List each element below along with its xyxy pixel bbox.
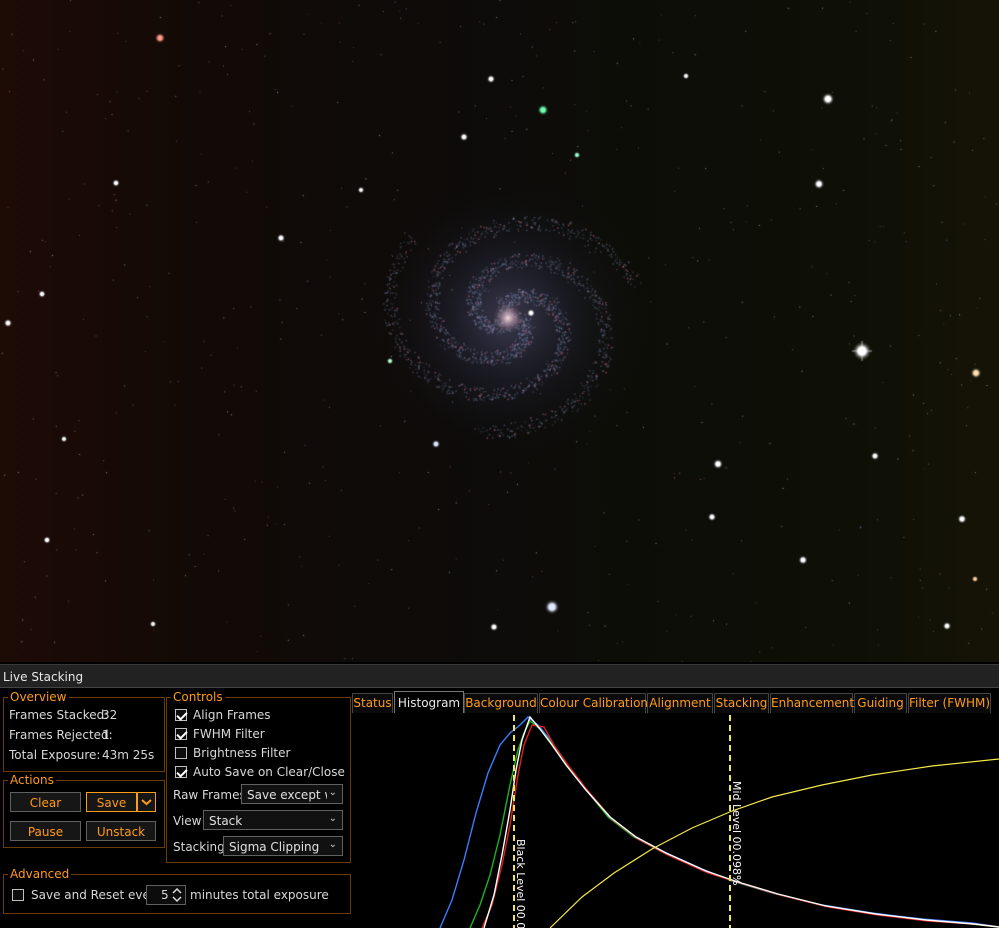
view-label: View xyxy=(173,814,202,828)
overview-legend: Overview xyxy=(10,690,67,704)
stacking-select[interactable]: Sigma Clipping ⌄ xyxy=(223,836,343,856)
tab-background[interactable]: Background xyxy=(464,693,538,713)
tab-bar: Status Histogram Background Colour Calib… xyxy=(352,691,999,713)
align-frames-checkbox[interactable] xyxy=(175,709,187,721)
fwhm-filter-label: FWHM Filter xyxy=(193,727,265,741)
tab-filter-fwhm[interactable]: Filter (FWHM) xyxy=(908,693,991,713)
tab-alignment[interactable]: Alignment xyxy=(647,693,713,713)
chevron-down-icon: ⌄ xyxy=(328,813,337,824)
stacking-value: Sigma Clipping xyxy=(229,840,320,854)
save-reset-label: Save and Reset every xyxy=(31,888,162,902)
chevron-down-icon: ⌄ xyxy=(328,787,337,798)
frames-rejected-value: 1 xyxy=(102,728,110,742)
tab-enhancement[interactable]: Enhancement xyxy=(770,693,854,713)
mid-level-label: Mid Level 00.098% xyxy=(730,781,743,886)
clear-button[interactable]: Clear xyxy=(10,792,81,812)
total-exposure-value: 43m 25s xyxy=(102,748,155,762)
spinner-arrows-icon[interactable] xyxy=(170,887,184,903)
view-select[interactable]: Stack ⌄ xyxy=(203,810,343,830)
brightness-filter-label: Brightness Filter xyxy=(193,746,291,760)
tab-status[interactable]: Status xyxy=(352,693,393,713)
minutes-spinner[interactable]: 5 xyxy=(146,885,186,905)
tab-stacking[interactable]: Stacking xyxy=(714,693,769,713)
controls-legend: Controls xyxy=(173,690,223,704)
black-level-label: Black Level 00.03 xyxy=(514,839,527,928)
pause-button[interactable]: Pause xyxy=(10,821,81,841)
frames-stacked-value: 32 xyxy=(102,708,118,722)
stacked-image-view[interactable] xyxy=(0,0,999,662)
save-reset-checkbox[interactable] xyxy=(12,889,24,901)
actions-legend: Actions xyxy=(10,773,54,787)
save-button[interactable]: Save xyxy=(86,792,137,812)
raw-frames-label: Raw Frames xyxy=(173,788,246,802)
save-dropdown-button[interactable] xyxy=(137,792,156,812)
align-frames-label: Align Frames xyxy=(193,708,271,722)
minutes-suffix: minutes total exposure xyxy=(190,888,329,902)
chevron-down-icon xyxy=(141,799,152,806)
frames-rejected-label: Frames Rejected: xyxy=(9,728,113,742)
transfer-curve xyxy=(549,758,999,928)
histogram-plot[interactable]: Black Level 00.03 Mid Level 00.098% xyxy=(352,715,999,928)
panel-title-bar: Live Stacking xyxy=(0,665,999,688)
view-value: Stack xyxy=(209,814,243,828)
advanced-legend: Advanced xyxy=(10,867,70,881)
tab-colour-calibration[interactable]: Colour Calibration xyxy=(539,693,648,713)
brightness-filter-checkbox[interactable] xyxy=(175,747,187,759)
raw-frames-select[interactable]: Save except w ⌄ xyxy=(241,784,343,804)
raw-frames-value: Save except w xyxy=(247,788,327,802)
tab-histogram[interactable]: Histogram xyxy=(394,691,464,713)
chevron-down-icon: ⌄ xyxy=(328,839,337,850)
auto-save-label: Auto Save on Clear/Close xyxy=(193,765,345,779)
auto-save-checkbox[interactable] xyxy=(175,766,187,778)
fwhm-filter-checkbox[interactable] xyxy=(175,728,187,740)
minutes-value: 5 xyxy=(161,888,169,902)
unstack-button[interactable]: Unstack xyxy=(86,821,156,841)
live-stacking-panel: Live Stacking Overview Frames Stacked: 3… xyxy=(0,664,999,928)
frames-stacked-label: Frames Stacked: xyxy=(9,708,109,722)
panel-title: Live Stacking xyxy=(3,670,84,684)
tab-guiding[interactable]: Guiding xyxy=(854,693,907,713)
stacking-label: Stacking xyxy=(173,840,225,854)
total-exposure-label: Total Exposure: xyxy=(9,748,101,762)
